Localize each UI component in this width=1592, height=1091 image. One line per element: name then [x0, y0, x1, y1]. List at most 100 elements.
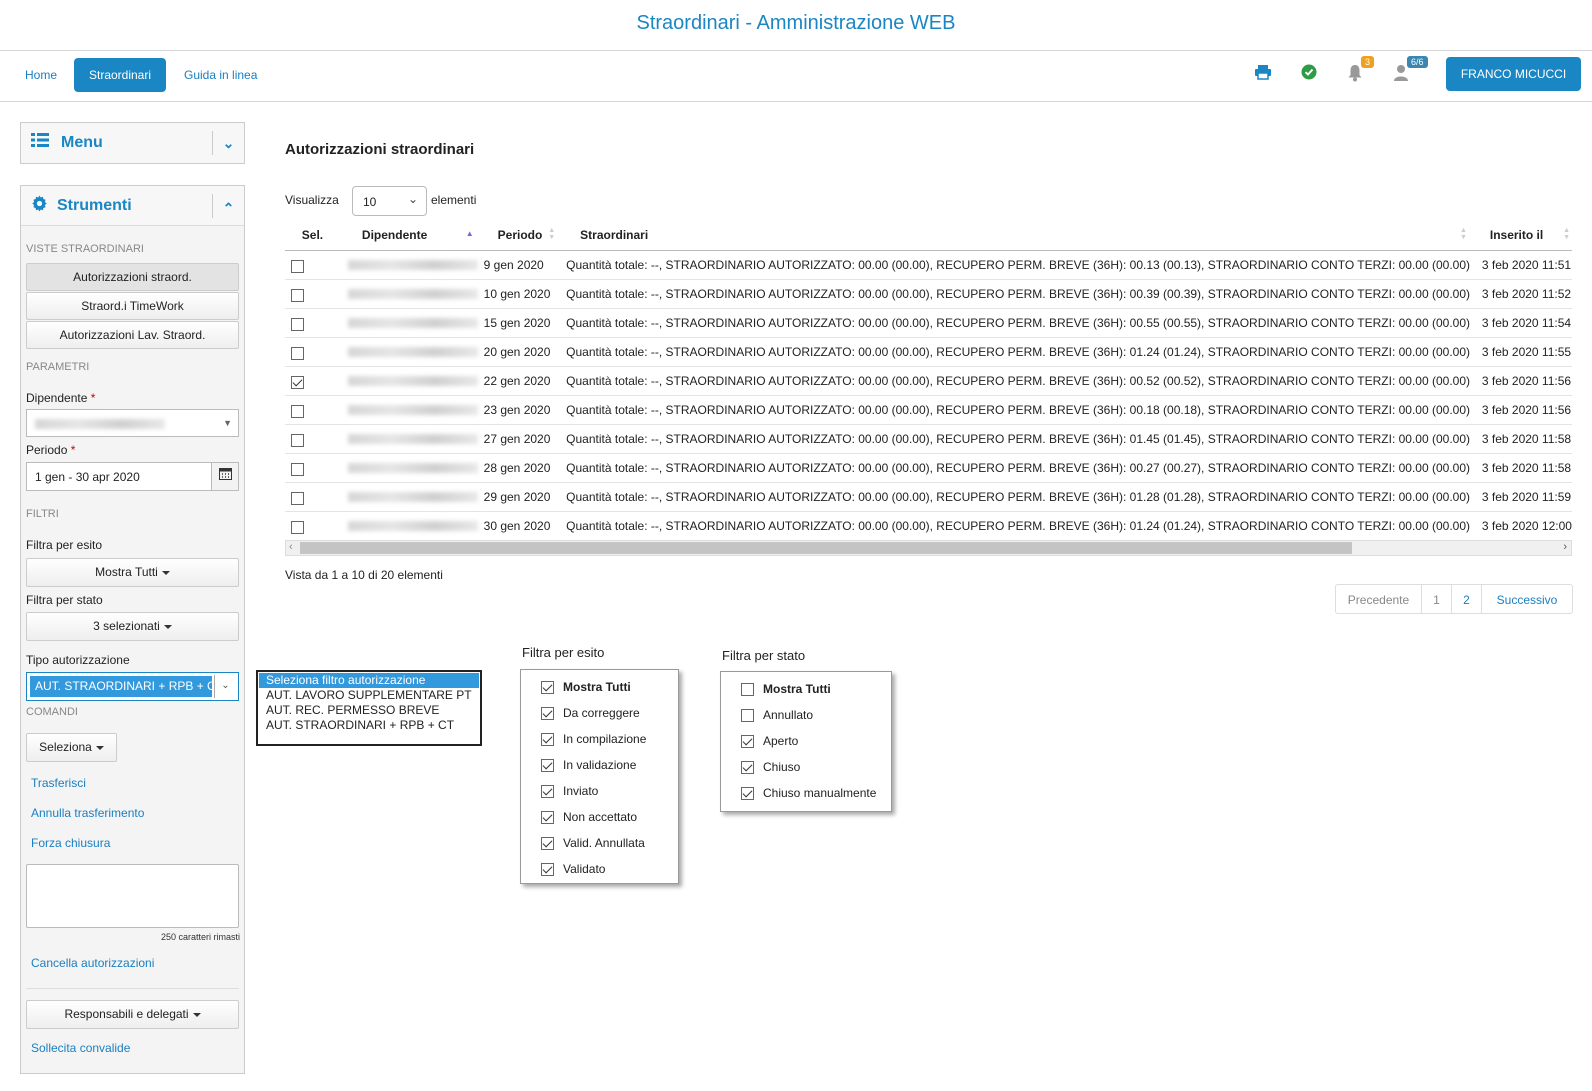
- row-checkbox[interactable]: [291, 318, 304, 331]
- row-employee: MICUCCI FRANCESCO: [339, 308, 480, 338]
- scroll-right-icon: ›: [1563, 541, 1567, 553]
- tipo-option[interactable]: AUT. LAVORO SUPPLEMENTARE PT: [266, 688, 472, 703]
- pagination: Precedente 1 2 Successivo: [1335, 584, 1573, 614]
- menu-panel-header[interactable]: Menu ⌄: [21, 123, 244, 163]
- row-checkbox[interactable]: [291, 434, 304, 447]
- nav-straordinari[interactable]: Straordinari: [74, 58, 166, 92]
- table-row[interactable]: MICUCCI FRANCESCO29 gen 2020Quantità tot…: [285, 482, 1572, 512]
- note-textarea[interactable]: [26, 864, 239, 928]
- filter-checkbox[interactable]: [741, 709, 754, 722]
- pager-page-1[interactable]: 1: [1421, 584, 1452, 614]
- row-inserted: 3 feb 2020 11:58: [1471, 453, 1572, 483]
- employee-select[interactable]: ▼: [26, 409, 239, 437]
- filter-checkbox[interactable]: [741, 761, 754, 774]
- chars-remaining: 250 caratteri rimasti: [160, 932, 240, 942]
- filter-checkbox[interactable]: [741, 683, 754, 696]
- view-autorizzazioni-straord[interactable]: Autorizzazioni straord.: [26, 263, 239, 291]
- row-employee: MICUCCI FRANCESCO: [339, 366, 480, 396]
- table-row[interactable]: MICUCCI FRANCESCO10 gen 2020Quantità tot…: [285, 279, 1572, 309]
- app-title: Straordinari - Amministrazione WEB: [636, 12, 956, 34]
- view-autorizzazioni-lav-straord[interactable]: Autorizzazioni Lav. Straord.: [26, 321, 239, 349]
- table-row[interactable]: MICUCCI FRANCESCO30 gen 2020Quantità tot…: [285, 511, 1572, 541]
- forza-chiusura-link[interactable]: Forza chiusura: [31, 836, 110, 850]
- table-row[interactable]: MICUCCI FRANCESCO20 gen 2020Quantità tot…: [285, 337, 1572, 367]
- filter-checkbox[interactable]: [541, 759, 554, 772]
- view-straord-timework[interactable]: Straord.i TimeWork: [26, 292, 239, 320]
- row-checkbox[interactable]: [291, 289, 304, 302]
- row-select-cell: [285, 308, 340, 338]
- nav-home[interactable]: Home: [25, 68, 57, 82]
- esito-popup-title: Filtra per esito: [522, 645, 605, 660]
- row-period: 9 gen 2020: [479, 250, 561, 280]
- row-period: 20 gen 2020: [479, 337, 561, 367]
- filter-checkbox[interactable]: [541, 733, 554, 746]
- tipo-dropdown-list: Seleziona filtro autorizzazione AUT. LAV…: [256, 670, 482, 746]
- filter-checkbox[interactable]: [541, 837, 554, 850]
- row-employee: MICUCCI FRANCESCO: [339, 395, 480, 425]
- filter-checkbox[interactable]: [541, 681, 554, 694]
- filter-option-label: Non accettato: [563, 810, 638, 824]
- scrollbar-thumb[interactable]: [300, 542, 1352, 554]
- pager-next[interactable]: Successivo: [1481, 584, 1573, 614]
- row-checkbox[interactable]: [291, 260, 304, 273]
- table-row[interactable]: MICUCCI FRANCESCO15 gen 2020Quantità tot…: [285, 308, 1572, 338]
- table-row[interactable]: MICUCCI FRANCESCO23 gen 2020Quantità tot…: [285, 395, 1572, 425]
- filter-checkbox[interactable]: [541, 707, 554, 720]
- sollecita-convalide-link[interactable]: Sollecita convalide: [31, 1041, 130, 1055]
- row-checkbox[interactable]: [291, 347, 304, 360]
- filter-checkbox[interactable]: [741, 735, 754, 748]
- tipo-option[interactable]: Seleziona filtro autorizzazione: [259, 673, 479, 688]
- col-dipendente[interactable]: Dipendente ▲: [339, 221, 480, 251]
- cancella-autorizzazioni-link[interactable]: Cancella autorizzazioni: [31, 956, 154, 970]
- horizontal-scrollbar[interactable]: ‹ ›: [285, 540, 1572, 556]
- filter-option-label: Inviato: [563, 784, 599, 798]
- filter-checkbox[interactable]: [541, 785, 554, 798]
- chevron-down-icon[interactable]: ⌄: [214, 675, 236, 698]
- period-input[interactable]: 1 gen - 30 apr 2020: [26, 462, 239, 491]
- page-size-select[interactable]: 10 ⌄: [352, 186, 427, 216]
- nav-guida[interactable]: Guida in linea: [184, 68, 257, 82]
- pager-prev[interactable]: Precedente: [1335, 584, 1422, 614]
- tipo-select[interactable]: AUT. STRAORDINARI + RPB + CT ⌄: [26, 672, 239, 701]
- col-sel[interactable]: Sel.: [285, 221, 340, 251]
- row-inserted: 3 feb 2020 11:51: [1471, 250, 1572, 280]
- row-employee: MICUCCI FRANCESCO: [339, 453, 480, 483]
- row-select-cell: [285, 482, 340, 512]
- user-menu-button[interactable]: FRANCO MICUCCI: [1446, 57, 1581, 91]
- annulla-trasferimento-link[interactable]: Annulla trasferimento: [31, 806, 144, 820]
- col-inserito[interactable]: Inserito il ▲ ▼: [1471, 221, 1572, 251]
- seleziona-button[interactable]: Seleziona: [26, 733, 117, 762]
- print-icon[interactable]: [1252, 64, 1274, 86]
- row-checkbox[interactable]: [291, 463, 304, 476]
- tools-panel-header[interactable]: Strumenti ⌃: [21, 186, 244, 226]
- row-checkbox[interactable]: [291, 405, 304, 418]
- scroll-left-icon: ‹: [289, 541, 293, 553]
- row-checkbox[interactable]: [291, 492, 304, 505]
- stato-filter-button[interactable]: 3 selezionati: [26, 612, 239, 641]
- table-row[interactable]: MICUCCI FRANCESCO28 gen 2020Quantità tot…: [285, 453, 1572, 483]
- responsabili-button[interactable]: Responsabili e delegati: [26, 1000, 239, 1029]
- tipo-option[interactable]: AUT. STRAORDINARI + RPB + CT: [266, 718, 454, 733]
- chevron-down-icon[interactable]: ⌄: [212, 131, 244, 155]
- trasferisci-link[interactable]: Trasferisci: [31, 776, 86, 790]
- esito-filter-button[interactable]: Mostra Tutti: [26, 558, 239, 587]
- table-row[interactable]: MICUCCI FRANCESCO27 gen 2020Quantità tot…: [285, 424, 1572, 454]
- col-straordinari[interactable]: Straordinari ▲ ▼: [560, 221, 1472, 251]
- chevron-up-icon[interactable]: ⌃: [212, 194, 244, 218]
- row-select-cell: [285, 395, 340, 425]
- table-row[interactable]: MICUCCI FRANCESCO9 gen 2020Quantità tota…: [285, 250, 1572, 280]
- filter-checkbox[interactable]: [541, 863, 554, 876]
- pager-page-2[interactable]: 2: [1451, 584, 1482, 614]
- employee-name-blurred: MICUCCI FRANCESCO: [347, 376, 478, 387]
- check-circle-icon[interactable]: [1298, 64, 1320, 86]
- tipo-option[interactable]: AUT. REC. PERMESSO BREVE: [266, 703, 439, 718]
- row-checkbox[interactable]: [291, 376, 304, 389]
- table-header-row: Sel. Dipendente ▲ Periodo ▲ ▼ Straordinari ▲…: [285, 221, 1572, 251]
- row-employee: MICUCCI FRANCESCO: [339, 511, 480, 541]
- col-periodo[interactable]: Periodo ▲ ▼: [479, 221, 561, 251]
- calendar-icon[interactable]: [211, 463, 238, 490]
- row-checkbox[interactable]: [291, 521, 304, 534]
- table-row[interactable]: MICUCCI FRANCESCO22 gen 2020Quantità tot…: [285, 366, 1572, 396]
- filter-checkbox[interactable]: [741, 787, 754, 800]
- filter-checkbox[interactable]: [541, 811, 554, 824]
